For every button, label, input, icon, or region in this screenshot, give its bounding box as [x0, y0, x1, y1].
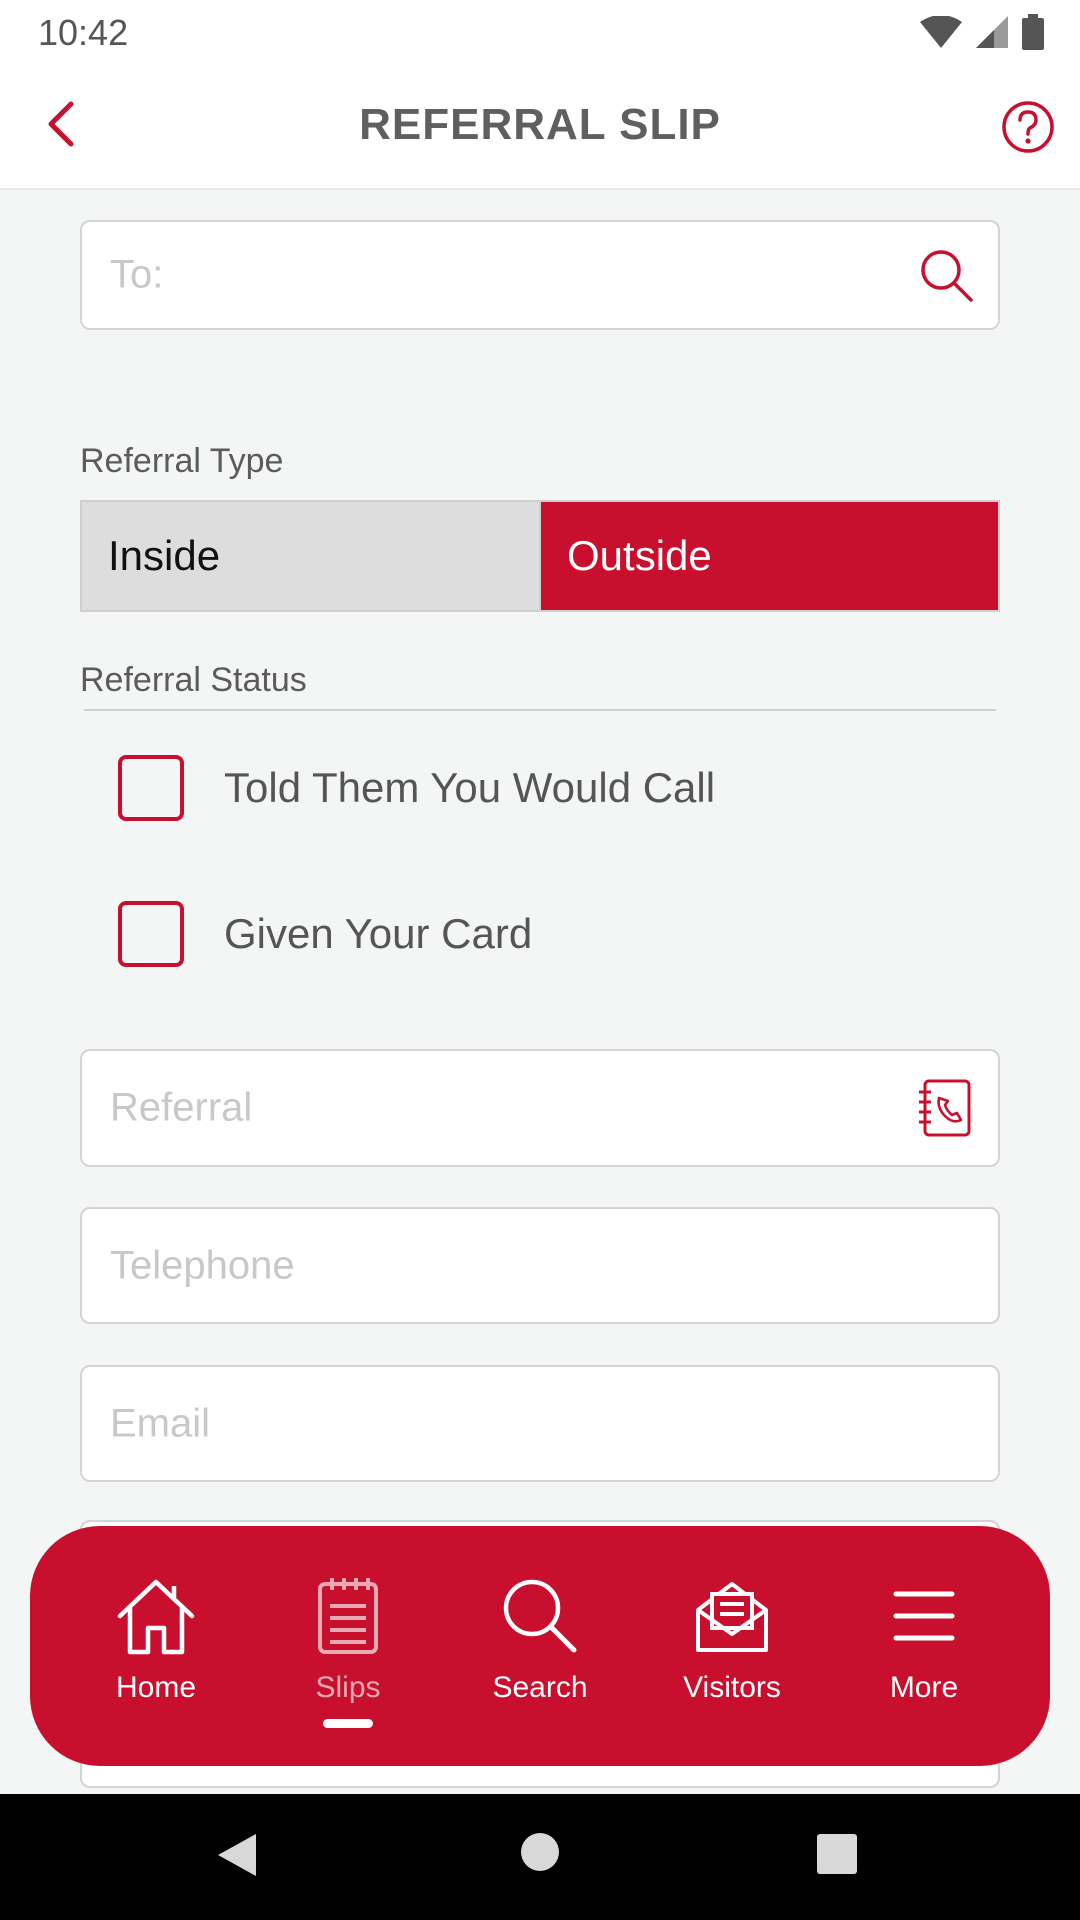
- email-field-placeholder: Email: [110, 1401, 211, 1445]
- system-back-button[interactable]: [214, 1830, 260, 1885]
- told-them-checkbox-row[interactable]: Told Them You Would Call: [118, 753, 715, 823]
- cell-signal-icon: [976, 16, 1008, 48]
- help-button[interactable]: [1000, 99, 1056, 155]
- nav-visitors-label: Visitors: [683, 1671, 781, 1704]
- home-circle-icon: [521, 1833, 559, 1871]
- telephone-field-placeholder: Telephone: [110, 1243, 295, 1287]
- referral-type-toggle: Inside Outside: [80, 500, 1000, 612]
- contact-book-icon: [919, 1079, 971, 1137]
- to-search-button[interactable]: [914, 243, 978, 307]
- help-icon: [1002, 101, 1054, 153]
- back-triangle-icon: [218, 1834, 256, 1876]
- bottom-nav: Home Slips Search Visitors More: [30, 1526, 1050, 1766]
- search-icon: [495, 1571, 585, 1661]
- system-home-button[interactable]: [520, 1832, 560, 1877]
- contacts-button[interactable]: [914, 1076, 978, 1140]
- system-nav-bar: [0, 1794, 1080, 1920]
- nav-slips-label: Slips: [315, 1671, 381, 1704]
- referral-type-label: Referral Type: [80, 442, 284, 480]
- recents-square-icon: [817, 1834, 857, 1874]
- to-field[interactable]: To:: [80, 220, 1000, 330]
- search-icon: [921, 250, 973, 302]
- slips-icon: [303, 1571, 393, 1661]
- system-recents-button[interactable]: [816, 1833, 858, 1880]
- referral-field-placeholder: Referral: [110, 1085, 253, 1130]
- status-icons: [920, 14, 1044, 50]
- to-field-placeholder: To:: [110, 252, 164, 297]
- nav-search-label: Search: [492, 1671, 588, 1704]
- nav-more-label: More: [889, 1671, 959, 1704]
- given-card-checkbox-row[interactable]: Given Your Card: [118, 899, 532, 969]
- wifi-icon: [920, 16, 962, 48]
- referral-status-label: Referral Status: [80, 661, 307, 699]
- told-them-checkbox[interactable]: [118, 755, 184, 821]
- page-title: REFERRAL SLIP: [359, 100, 721, 149]
- nav-search[interactable]: Search: [450, 1571, 630, 1705]
- nav-home[interactable]: Home: [66, 1571, 246, 1705]
- status-bar: 10:42: [0, 0, 1080, 64]
- email-field[interactable]: Email: [80, 1365, 1000, 1482]
- given-card-label: Given Your Card: [224, 910, 533, 957]
- status-time: 10:42: [38, 12, 129, 53]
- visitors-icon: [687, 1571, 777, 1661]
- battery-icon: [1022, 14, 1044, 50]
- told-them-label: Told Them You Would Call: [224, 764, 716, 811]
- menu-icon: [879, 1571, 969, 1661]
- nav-slips[interactable]: Slips: [258, 1571, 438, 1728]
- active-indicator: [323, 1719, 373, 1728]
- nav-more[interactable]: More: [834, 1571, 1014, 1705]
- given-card-checkbox[interactable]: [118, 901, 184, 967]
- nav-visitors[interactable]: Visitors: [642, 1571, 822, 1705]
- nav-home-label: Home: [115, 1671, 197, 1704]
- divider: [84, 709, 996, 711]
- telephone-field[interactable]: Telephone: [80, 1207, 1000, 1324]
- home-icon: [111, 1571, 201, 1661]
- referral-type-outside[interactable]: Outside: [541, 502, 998, 610]
- app-bar: REFERRAL SLIP: [0, 64, 1080, 190]
- referral-type-inside[interactable]: Inside: [82, 502, 541, 610]
- referral-field[interactable]: Referral: [80, 1049, 1000, 1167]
